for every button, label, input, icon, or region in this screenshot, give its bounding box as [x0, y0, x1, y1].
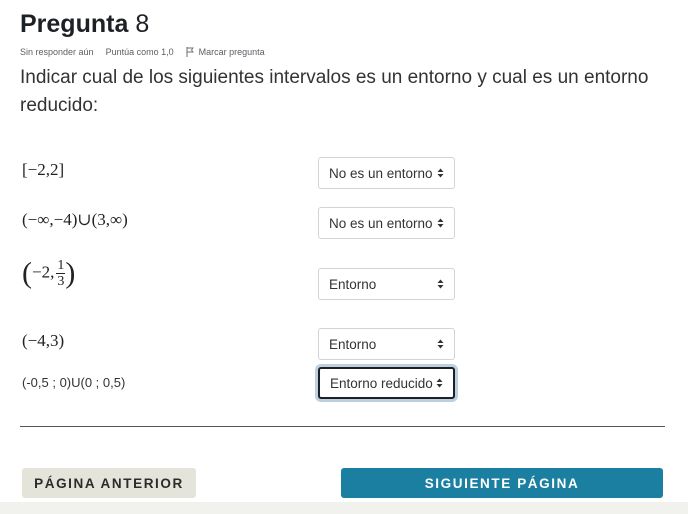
answer-select-3-value: Entorno: [329, 276, 377, 292]
answer-select-1-value: No es un entorno: [329, 165, 433, 181]
question-info: Sin responder aún Puntúa como 1,0 Marcar…: [20, 47, 265, 57]
select-caret-icon: [437, 339, 444, 349]
question-status: Sin responder aún: [20, 47, 94, 57]
close-paren: ): [65, 256, 76, 290]
flag-icon: [186, 47, 194, 57]
select-caret-icon: [437, 218, 444, 228]
select-caret-icon: [436, 378, 443, 388]
answer-select-1[interactable]: No es un entorno: [318, 157, 455, 189]
previous-page-button[interactable]: PÁGINA ANTERIOR: [22, 468, 196, 498]
select-caret-icon: [437, 168, 444, 178]
next-page-button[interactable]: SIGUIENTE PÁGINA: [341, 468, 663, 498]
answer-select-2-value: No es un entorno: [329, 215, 433, 231]
question-title-word: Pregunta: [20, 10, 129, 38]
question-score: Puntúa como 1,0: [105, 47, 174, 57]
section-divider: [20, 426, 665, 427]
footer-strip: [0, 502, 688, 514]
interval-2: (−∞,−4)∪(3,∞): [22, 210, 128, 229]
answer-select-2[interactable]: No es un entorno: [318, 207, 455, 239]
fraction: 13: [56, 258, 66, 289]
flag-question-link[interactable]: Marcar pregunta: [186, 47, 265, 57]
answer-select-4[interactable]: Entorno: [318, 328, 455, 360]
select-caret-icon: [437, 279, 444, 289]
flag-label: Marcar pregunta: [198, 47, 265, 57]
interval-5: (-0,5 ; 0)U(0 ; 0,5): [22, 375, 126, 390]
question-text: Indicar cual de los siguientes intervalo…: [20, 67, 649, 116]
question-title: Pregunta 8: [20, 8, 149, 40]
fraction-numerator: 1: [56, 258, 66, 274]
answer-select-5[interactable]: Entorno reducido: [318, 367, 455, 399]
interval-1: [−2,2]: [22, 160, 65, 179]
interval-3-prefix: −2,: [32, 262, 55, 282]
answer-select-3[interactable]: Entorno: [318, 268, 455, 300]
answer-select-5-value: Entorno reducido: [330, 375, 433, 391]
question-number: 8: [135, 10, 150, 38]
interval-3: (−2, 1 3): [22, 258, 75, 289]
question-header: Pregunta 8: [20, 8, 149, 40]
interval-4: (−4,3): [22, 331, 65, 350]
answer-select-4-value: Entorno: [329, 336, 377, 352]
open-paren: (: [22, 256, 32, 290]
fraction-denominator: 3: [57, 274, 65, 289]
